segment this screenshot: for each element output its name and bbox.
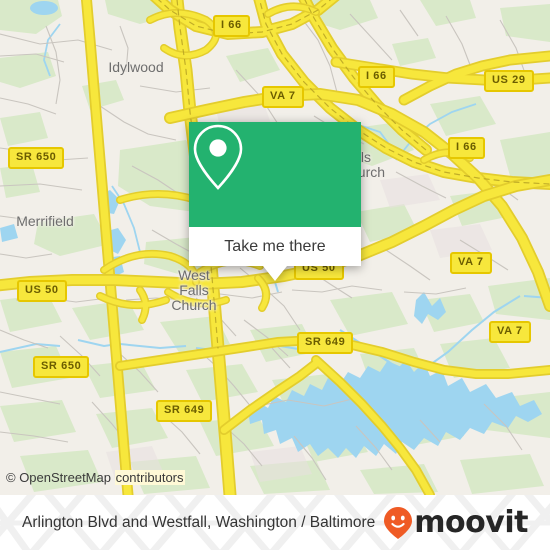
shield-sr-650-lower[interactable]: SR 650 xyxy=(33,356,90,378)
footer-content: Arlington Blvd and Westfall, Washington … xyxy=(0,495,550,550)
place-label-west-falls-church: West Falls Church xyxy=(171,267,217,313)
shield-va-7-right[interactable]: VA 7 xyxy=(450,252,492,274)
shield-i-66-top[interactable]: I 66 xyxy=(213,15,250,37)
shield-sr-649-lower[interactable]: SR 649 xyxy=(156,400,213,422)
place-label-merrifield: Merrifield xyxy=(16,213,74,229)
location-popup[interactable]: Take me there xyxy=(189,122,361,281)
shield-va-7-lower-right[interactable]: VA 7 xyxy=(489,321,531,343)
shield-us-29[interactable]: US 29 xyxy=(484,70,534,92)
footer-bar: Arlington Blvd and Westfall, Washington … xyxy=(0,495,550,550)
attribution-prefix: © OpenStreetMap xyxy=(6,470,115,485)
take-me-there-label: Take me there xyxy=(224,237,326,255)
place-label-idylwood: Idylwood xyxy=(108,59,164,75)
map-canvas[interactable]: Idylwood Merrifield West Falls Church al… xyxy=(0,0,550,495)
map-screenshot: Idylwood Merrifield West Falls Church al… xyxy=(0,0,550,550)
shield-i-66-upper-right[interactable]: I 66 xyxy=(358,66,395,88)
moovit-logo[interactable]: moovit xyxy=(383,506,528,540)
shield-sr-649-center[interactable]: SR 649 xyxy=(297,332,354,354)
moovit-pin-smiley-icon xyxy=(384,506,413,539)
popup-pin-area xyxy=(189,122,361,227)
shield-va-7-north[interactable]: VA 7 xyxy=(262,86,304,108)
location-pin-icon xyxy=(193,124,243,190)
shield-i-66-right[interactable]: I 66 xyxy=(448,137,485,159)
attribution-contributors-link[interactable]: contributors xyxy=(114,470,185,485)
location-title: Arlington Blvd and Westfall, Washington … xyxy=(22,513,376,531)
take-me-there-button[interactable]: Take me there xyxy=(189,227,361,266)
shield-sr-650-upper[interactable]: SR 650 xyxy=(8,147,65,169)
shield-us-50-left[interactable]: US 50 xyxy=(17,280,67,302)
osm-attribution: © OpenStreetMap contributors xyxy=(6,470,185,485)
popup-tail-pointer xyxy=(263,266,287,281)
moovit-wordmark: moovit xyxy=(414,504,528,540)
